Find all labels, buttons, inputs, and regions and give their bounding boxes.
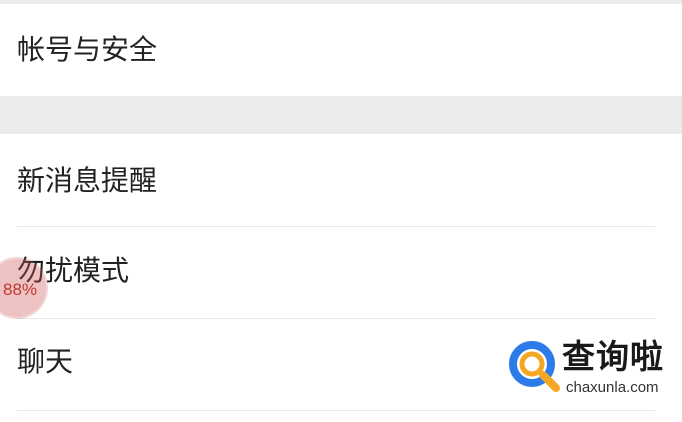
section-gap <box>0 96 682 134</box>
settings-item-new-message-alerts[interactable]: 新消息提醒 <box>0 134 682 226</box>
settings-item-label: 新消息提醒 <box>17 164 158 197</box>
progress-percentage: 88% <box>2 280 38 299</box>
row-divider <box>17 410 655 411</box>
settings-item-account-security[interactable]: 帐号与安全 <box>0 4 682 96</box>
settings-item-label: 帐号与安全 <box>17 33 158 66</box>
watermark-logo: 查询啦 chaxunla.com <box>506 338 678 402</box>
watermark-url: chaxunla.com <box>566 379 659 396</box>
watermark-title: 查询啦 <box>562 337 664 376</box>
settings-item-label: 聊天 <box>17 345 74 378</box>
settings-item-do-not-disturb[interactable]: 勿扰模式 <box>0 227 682 318</box>
magnifier-logo-icon <box>509 341 560 392</box>
